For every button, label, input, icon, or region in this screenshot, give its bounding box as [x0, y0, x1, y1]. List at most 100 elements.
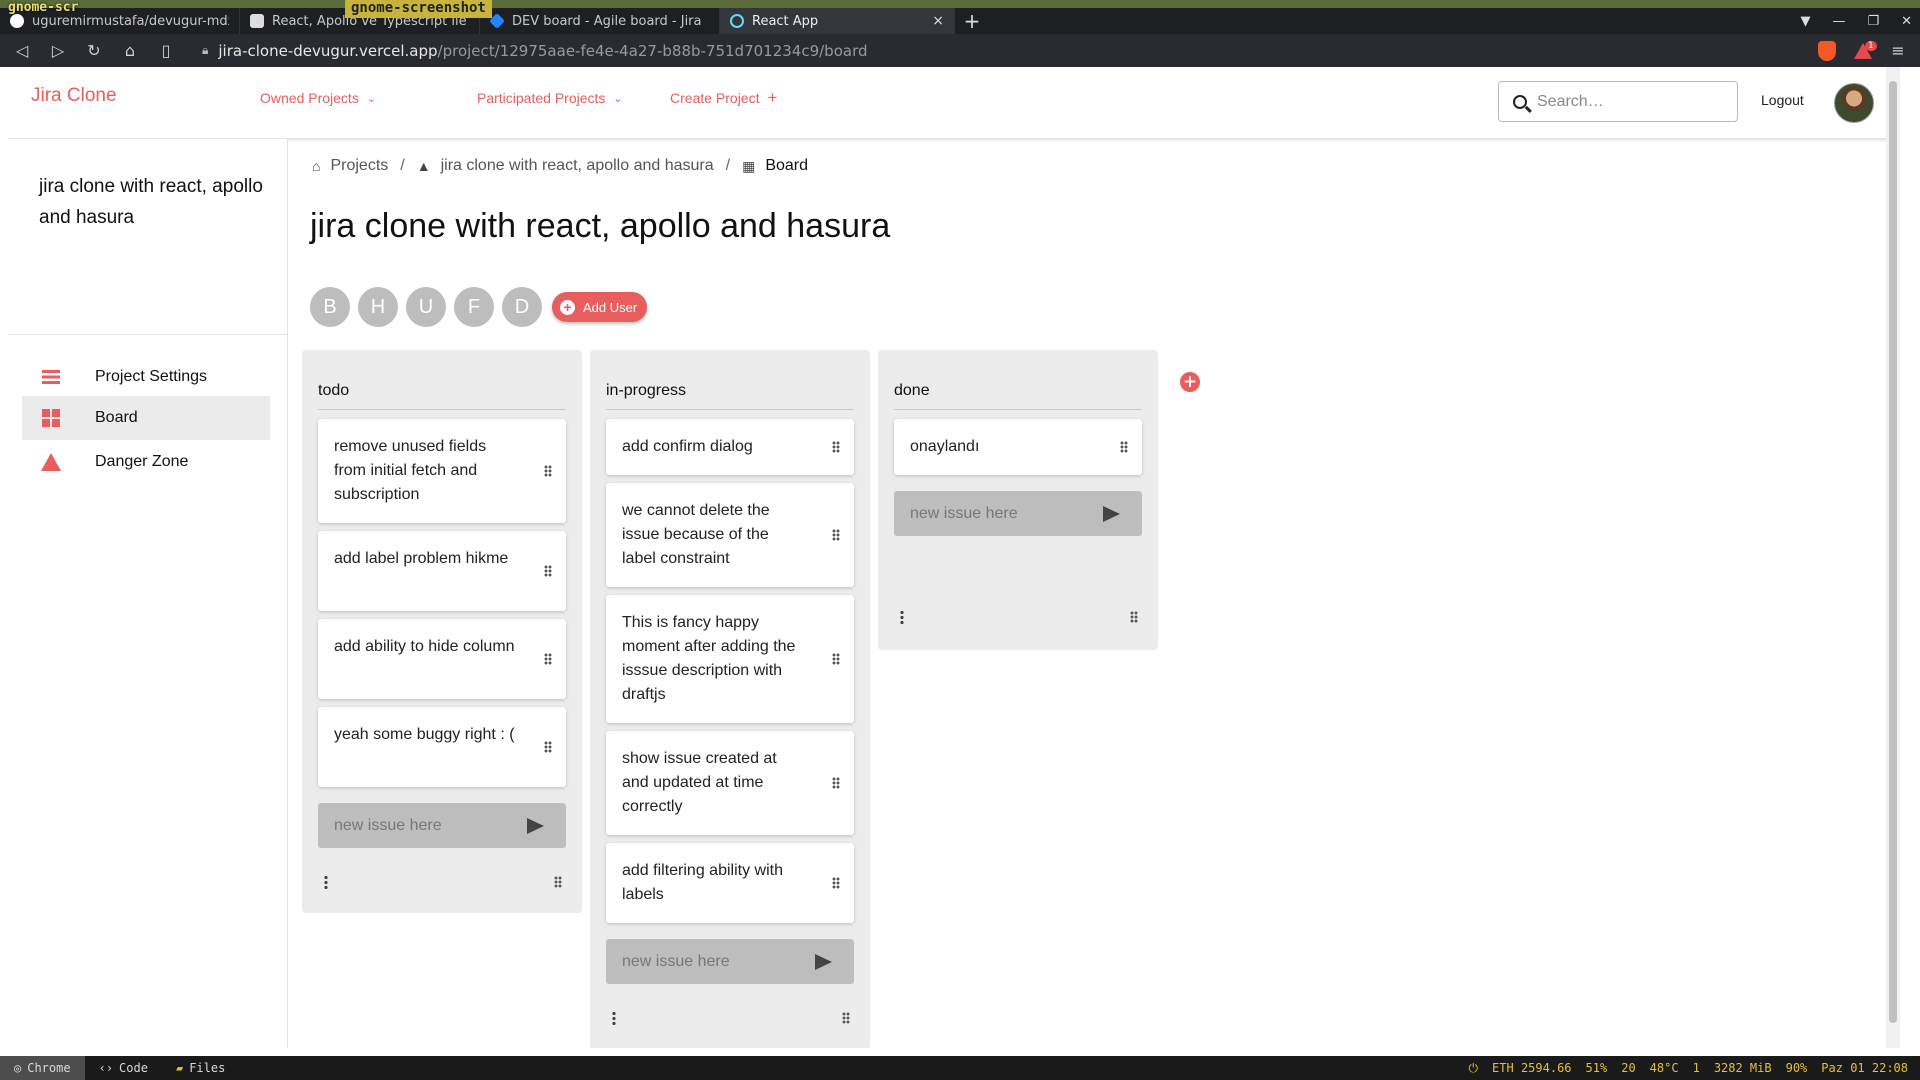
new-issue-field[interactable] — [318, 803, 566, 848]
drag-handle-icon[interactable] — [832, 529, 840, 541]
search-input[interactable] — [1537, 92, 1717, 111]
new-tab-button[interactable]: + — [955, 8, 989, 34]
issue-card[interactable]: add ability to hide column — [318, 619, 566, 699]
app-logo[interactable]: Jira Clone — [31, 85, 117, 107]
plus-icon: + — [767, 88, 778, 107]
sidebar-item-board[interactable]: Board — [22, 396, 270, 440]
member-avatar[interactable]: F — [454, 287, 494, 327]
issue-card[interactable]: This is fancy happy moment after adding … — [606, 595, 854, 723]
member-avatar[interactable]: H — [358, 287, 398, 327]
brave-shield-icon[interactable] — [1818, 40, 1836, 61]
forward-icon[interactable]: ▷ — [50, 41, 66, 60]
sidebar-item-danger-zone[interactable]: Danger Zone — [22, 440, 270, 484]
browser-tab[interactable]: DEV board - Agile board - Jira — [480, 8, 720, 34]
sidebar-item-label: Danger Zone — [95, 453, 189, 470]
drag-handle-icon[interactable] — [1120, 441, 1128, 453]
issue-card[interactable]: remove unused fields from initial fetch … — [318, 419, 566, 523]
column-menu-icon[interactable] — [612, 1011, 616, 1025]
issue-card[interactable]: we cannot delete the issue because of th… — [606, 483, 854, 587]
sidebar: jira clone with react, apollo and hasura… — [8, 139, 288, 1048]
issue-card[interactable]: show issue created at and updated at tim… — [606, 731, 854, 835]
folder-icon: ▰ — [175, 1061, 184, 1075]
issue-card[interactable]: add filtering ability with labels — [606, 843, 854, 923]
nav-label: Owned Projects — [260, 90, 359, 106]
chevron-down-icon: ⌄ — [613, 92, 623, 105]
sidebar-project-title: jira clone with react, apollo and hasura — [39, 176, 263, 228]
taskbar-app-chrome[interactable]: ◎ Chrome — [0, 1056, 85, 1080]
drag-handle-icon[interactable] — [832, 653, 840, 665]
column-menu-icon[interactable] — [324, 875, 328, 889]
breadcrumb: ⌂ Projects / ▲ jira clone with react, ap… — [312, 157, 808, 175]
breadcrumb-projects[interactable]: Projects — [330, 157, 388, 175]
drag-handle-icon[interactable] — [832, 877, 840, 889]
column-title[interactable]: in-progress — [606, 382, 854, 410]
issue-title: add label problem hikme — [334, 550, 509, 567]
breadcrumb-project[interactable]: jira clone with react, apollo and hasura — [441, 157, 714, 175]
sidebar-item-project-settings[interactable]: Project Settings — [22, 355, 270, 399]
add-user-button[interactable]: + Add User — [552, 292, 648, 322]
drag-handle-icon[interactable] — [544, 565, 552, 577]
address-bar[interactable]: 🔒︎ jira-clone-devugur.vercel.app/project… — [202, 38, 1798, 64]
taskbar-app-files[interactable]: ▰ Files — [162, 1056, 239, 1080]
send-icon[interactable] — [815, 954, 832, 970]
close-tab-icon[interactable]: × — [932, 13, 944, 29]
drag-handle-icon[interactable] — [544, 465, 552, 477]
brave-rewards-icon[interactable]: 1 — [1854, 40, 1877, 59]
new-issue-field[interactable] — [606, 939, 854, 984]
issue-card[interactable]: yeah some buggy right : ( — [318, 707, 566, 787]
logout-button[interactable]: Logout — [1761, 92, 1804, 108]
status-area: ⏻ ETH 2594.66 51% 20 48°C 1 3282 MiB 90%… — [1469, 1061, 1920, 1076]
back-icon[interactable]: ◁ — [14, 41, 30, 60]
react-icon — [730, 14, 744, 28]
menu-icon[interactable]: ≡ — [1890, 41, 1906, 60]
tab-title: DEV board - Agile board - Jira — [512, 13, 702, 29]
add-column-button[interactable]: + — [1180, 372, 1200, 392]
close-window-icon[interactable]: ✕ — [1901, 14, 1912, 29]
member-avatar[interactable]: D — [502, 287, 542, 327]
column-menu-icon[interactable] — [900, 610, 904, 624]
drag-handle-icon[interactable] — [544, 653, 552, 665]
warning-icon — [41, 453, 61, 471]
nav-create-project[interactable]: Create Project + — [670, 88, 778, 107]
taskbar-app-code[interactable]: ‹› Code — [85, 1056, 162, 1080]
maximize-icon[interactable]: ❐ — [1867, 14, 1879, 29]
reload-icon[interactable]: ↻ — [86, 41, 102, 60]
volume-status: 90% — [1785, 1060, 1808, 1075]
scrollbar-thumb[interactable] — [1889, 81, 1897, 1023]
member-avatar[interactable]: U — [406, 287, 446, 327]
send-icon[interactable] — [1103, 506, 1120, 522]
new-issue-input[interactable] — [334, 816, 504, 835]
taskbar-app-label: Files — [189, 1061, 226, 1075]
new-issue-field[interactable] — [894, 491, 1142, 536]
column-title[interactable]: done — [894, 382, 1142, 410]
issue-title: add confirm dialog — [622, 438, 753, 455]
page-scrollbar[interactable] — [1886, 67, 1900, 1048]
new-issue-input[interactable] — [622, 952, 792, 971]
member-avatar[interactable]: B — [310, 287, 350, 327]
issue-card[interactable]: add label problem hikme — [318, 531, 566, 611]
drag-handle-icon[interactable] — [544, 741, 552, 753]
issue-card[interactable]: add confirm dialog — [606, 419, 854, 475]
nav-owned-projects[interactable]: Owned Projects ⌄ — [260, 90, 376, 106]
column-drag-handle-icon[interactable] — [554, 876, 562, 888]
home-icon[interactable]: ⌂ — [122, 41, 138, 60]
toolbar-extensions: 1 ≡ — [1818, 40, 1906, 61]
power-icon[interactable]: ⏻ — [1469, 1061, 1479, 1076]
column-drag-handle-icon[interactable] — [842, 1012, 850, 1024]
browser-tab-active[interactable]: React App × — [720, 8, 955, 34]
column-drag-handle-icon[interactable] — [1130, 611, 1138, 623]
search-box[interactable] — [1498, 81, 1738, 122]
minimize-icon[interactable]: — — [1832, 14, 1845, 29]
clock: Paz 01 22:08 — [1821, 1060, 1908, 1075]
issue-card[interactable]: onaylandı — [894, 419, 1142, 475]
column-title[interactable]: todo — [318, 382, 566, 410]
send-icon[interactable] — [527, 818, 544, 834]
user-avatar[interactable] — [1834, 83, 1874, 123]
chrome-icon: ◎ — [14, 1061, 22, 1075]
new-issue-input[interactable] — [910, 504, 1080, 523]
menu-down-icon[interactable]: ▼ — [1800, 14, 1810, 29]
drag-handle-icon[interactable] — [832, 441, 840, 453]
drag-handle-icon[interactable] — [832, 777, 840, 789]
nav-participated-projects[interactable]: Participated Projects ⌄ — [477, 90, 623, 106]
bookmark-icon[interactable]: ▯ — [158, 41, 174, 60]
